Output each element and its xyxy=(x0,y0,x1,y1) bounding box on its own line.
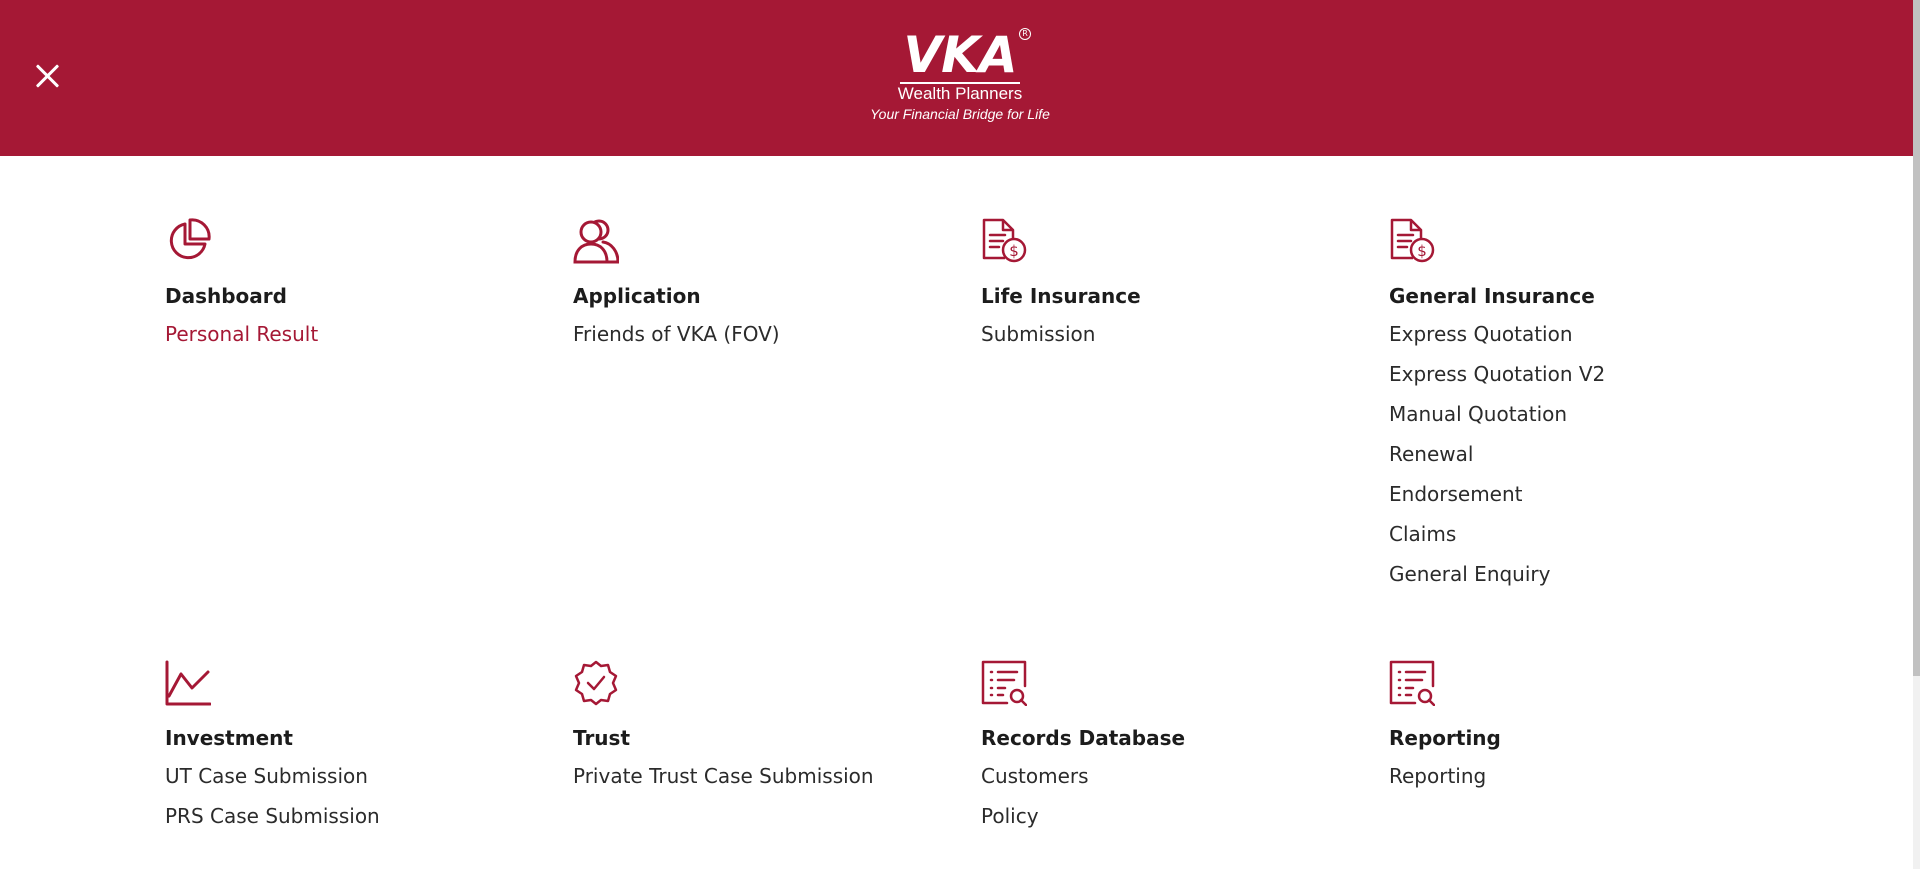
section-links: Customers Policy xyxy=(981,764,1089,844)
section-links: Personal Result xyxy=(165,322,318,362)
section-title: Life Insurance xyxy=(981,284,1141,308)
link-prs-case-submission[interactable]: PRS Case Submission xyxy=(165,804,380,844)
scrollbar-thumb[interactable] xyxy=(1913,0,1920,676)
section-title: Reporting xyxy=(1389,726,1501,750)
vka-logo[interactable]: VKA R Wealth Planners Your Financial Bri… xyxy=(860,28,1060,128)
section-title: Investment xyxy=(165,726,293,750)
logo-subtitle: Wealth Planners xyxy=(897,84,1023,103)
section-title: General Insurance xyxy=(1389,284,1595,308)
link-private-trust-case-submission[interactable]: Private Trust Case Submission xyxy=(573,764,874,804)
link-endorsement[interactable]: Endorsement xyxy=(1389,482,1605,522)
section-title: Trust xyxy=(573,726,631,750)
document-dollar-icon: $ xyxy=(1389,218,1435,264)
link-general-enquiry[interactable]: General Enquiry xyxy=(1389,562,1605,602)
section-links: Reporting xyxy=(1389,764,1486,804)
link-express-quotation-v2[interactable]: Express Quotation V2 xyxy=(1389,362,1605,402)
link-submission[interactable]: Submission xyxy=(981,322,1095,362)
logo-brand-text: VKA xyxy=(903,26,1017,84)
section-links: Submission xyxy=(981,322,1095,362)
link-claims[interactable]: Claims xyxy=(1389,522,1605,562)
list-search-icon xyxy=(981,660,1027,706)
registered-mark-icon: R xyxy=(1018,28,1031,40)
logo-tagline: Your Financial Bridge for Life xyxy=(870,106,1050,122)
svg-text:$: $ xyxy=(1417,242,1427,260)
section-title: Records Database xyxy=(981,726,1186,750)
document-dollar-icon: $ xyxy=(981,218,1027,264)
pie-chart-icon xyxy=(165,218,211,264)
section-links: Friends of VKA (FOV) xyxy=(573,322,780,362)
line-chart-icon xyxy=(165,660,211,706)
users-icon xyxy=(573,218,619,264)
list-search-icon xyxy=(1389,660,1435,706)
section-title: Dashboard xyxy=(165,284,287,308)
link-reporting[interactable]: Reporting xyxy=(1389,764,1486,804)
link-ut-case-submission[interactable]: UT Case Submission xyxy=(165,764,380,804)
verified-badge-icon xyxy=(573,660,619,706)
header-bar: VKA R Wealth Planners Your Financial Bri… xyxy=(0,0,1913,156)
section-links: Private Trust Case Submission xyxy=(573,764,874,804)
logo-brand: VKA R xyxy=(903,26,1031,84)
svg-text:$: $ xyxy=(1009,242,1019,260)
section-links: Express Quotation Express Quotation V2 M… xyxy=(1389,322,1605,602)
close-icon[interactable] xyxy=(30,59,64,93)
section-links: UT Case Submission PRS Case Submission xyxy=(165,764,380,844)
link-manual-quotation[interactable]: Manual Quotation xyxy=(1389,402,1605,442)
link-friends-of-vka[interactable]: Friends of VKA (FOV) xyxy=(573,322,780,362)
link-express-quotation[interactable]: Express Quotation xyxy=(1389,322,1605,362)
link-policy[interactable]: Policy xyxy=(981,804,1089,844)
section-title: Application xyxy=(573,284,701,308)
link-renewal[interactable]: Renewal xyxy=(1389,442,1605,482)
link-personal-result[interactable]: Personal Result xyxy=(165,322,318,362)
link-customers[interactable]: Customers xyxy=(981,764,1089,804)
